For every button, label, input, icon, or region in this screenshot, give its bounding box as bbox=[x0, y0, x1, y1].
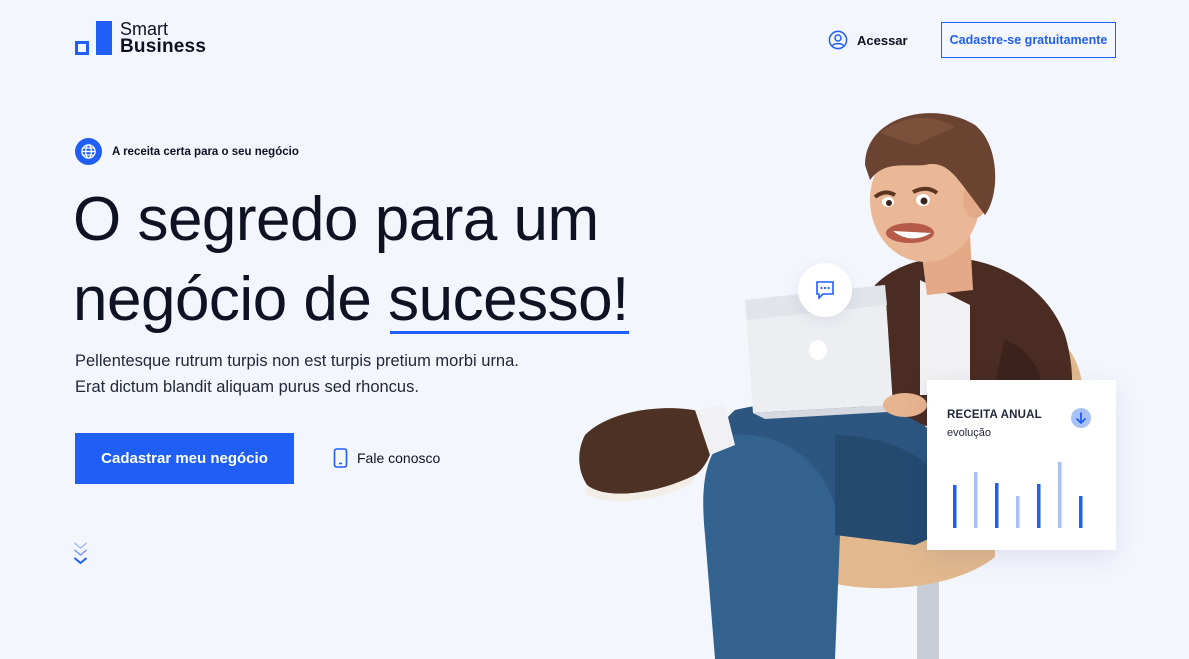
globe-icon bbox=[75, 138, 102, 165]
revenue-bar bbox=[974, 472, 978, 528]
lead-line1: Pellentesque rutrum turpis non est turpi… bbox=[75, 352, 519, 370]
headline-line1: O segredo para um bbox=[73, 185, 599, 254]
card-subtitle: evolução bbox=[947, 427, 992, 439]
revenue-bar bbox=[1079, 496, 1083, 528]
signup-button[interactable]: Cadastre-se gratuitamente bbox=[941, 22, 1116, 58]
logo-mark-icon bbox=[75, 21, 113, 55]
contact-link[interactable]: Fale conosco bbox=[333, 448, 440, 468]
eyebrow-text: A receita certa para o seu negócio bbox=[112, 145, 299, 158]
logo[interactable]: Smart Business bbox=[75, 20, 207, 57]
revenue-mini-chart bbox=[953, 462, 1083, 528]
logo-text: Smart Business bbox=[120, 20, 207, 57]
revenue-bar bbox=[1037, 484, 1041, 528]
double-chevron-down-icon[interactable] bbox=[73, 541, 88, 569]
page-title: O segredo para um negócio de sucesso! bbox=[73, 180, 629, 340]
logo-line2: Business bbox=[120, 36, 207, 57]
revenue-bar bbox=[995, 483, 999, 528]
phone-icon bbox=[333, 448, 348, 468]
revenue-bar bbox=[1058, 462, 1062, 528]
headline-line2-prefix: negócio de bbox=[73, 265, 389, 334]
eyebrow: A receita certa para o seu negócio bbox=[75, 138, 299, 165]
chat-dots-icon bbox=[816, 281, 834, 300]
contact-label: Fale conosco bbox=[357, 450, 441, 466]
login-label: Acessar bbox=[857, 32, 908, 48]
revenue-bar bbox=[1016, 496, 1020, 528]
register-business-button[interactable]: Cadastrar meu negócio bbox=[75, 433, 294, 484]
revenue-bar bbox=[953, 485, 957, 528]
revenue-card: RECEITA ANUAL evolução bbox=[927, 380, 1116, 550]
chat-bubble bbox=[798, 263, 852, 317]
arrow-down-icon[interactable] bbox=[1071, 408, 1091, 428]
card-title: RECEITA ANUAL bbox=[947, 409, 1042, 421]
lead-line2: Erat dictum blandit aliquam purus sed rh… bbox=[75, 378, 419, 396]
login-link[interactable]: Acessar bbox=[828, 30, 908, 50]
lead-paragraph: Pellentesque rutrum turpis non est turpi… bbox=[75, 348, 519, 400]
user-circle-icon bbox=[828, 30, 848, 50]
